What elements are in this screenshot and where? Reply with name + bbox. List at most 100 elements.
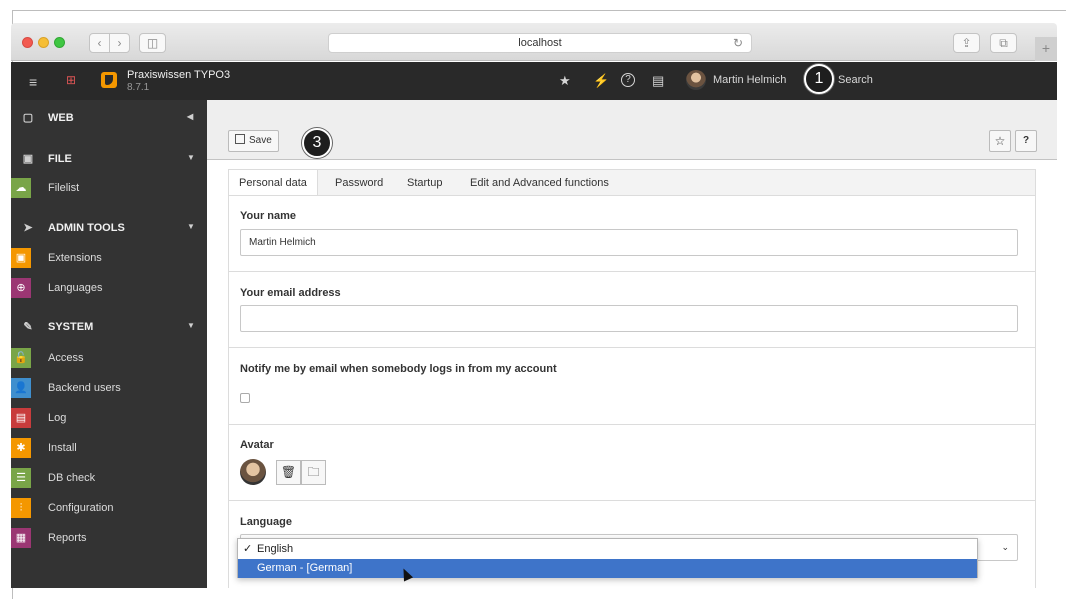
option-label: English [257,543,294,555]
sidebar-item-label: Extensions [48,252,102,264]
extensions-icon: ▣ [11,248,31,268]
module-menu: ▢ WEB ◀ ▣ FILE ▼ ☁ Filelist ➤ ADMIN TOOL… [11,100,207,588]
module-group-web[interactable]: ▢ WEB ◀ [11,103,207,133]
chevron-right-icon: › [117,36,122,50]
tab-personal-data[interactable]: Personal data [229,170,318,197]
module-group-system[interactable]: ✎ SYSTEM ▼ [11,312,207,342]
language-option-english[interactable]: ✓ English [238,540,977,559]
callout-1: 1 [804,64,834,94]
address-bar[interactable]: localhost ↻ [328,33,752,53]
typo3-topbar: ≡ ⊞ Praxiswissen TYPO3 8.7.1 ★ ⚡ ? ▤ Mar… [11,62,1057,100]
your-name-input[interactable]: Martin Helmich [240,229,1018,256]
language-label: Language [240,516,292,528]
close-window-button[interactable] [22,37,33,48]
sidebar-item-label: Filelist [48,182,80,194]
question-icon: ? [1022,135,1030,146]
minimize-window-button[interactable] [38,37,49,48]
folder-icon: 🗀 [307,465,320,479]
tab-startup[interactable]: Startup [397,170,452,196]
sidebar-item-extensions[interactable]: ▣ Extensions [11,243,207,273]
share-button[interactable]: ⇪ [953,33,980,53]
module-toggle-icon[interactable]: ⊞ [66,73,76,87]
field-email: Your email address [229,272,1035,348]
forward-button[interactable]: › [109,33,130,53]
system-information-icon[interactable]: ▤ [652,73,664,89]
lock-icon: 🔓 [11,348,31,368]
sidebar-item-filelist[interactable]: ☁ Filelist [11,173,207,203]
checkmark-icon: ✓ [243,543,253,555]
tab-password[interactable]: Password [325,170,393,196]
avatar-image [240,459,266,485]
avatar-label: Avatar [240,439,274,451]
plug-icon: ✎ [23,321,33,333]
module-group-file[interactable]: ▣ FILE ▼ [11,144,207,174]
sidebar-item-label: Backend users [48,382,121,394]
save-button[interactable]: Save [228,130,279,152]
doc-header: Save ☆ ? [207,100,1057,160]
field-avatar: Avatar 🗑 🗀 [229,425,1035,501]
filelist-icon: ☁ [11,178,31,198]
browser-toolbar: ‹ › ◫ localhost ↻ ⇪ ⧉ + [11,23,1057,61]
sidebar-item-label: Log [48,412,67,424]
module-group-admin-tools[interactable]: ➤ ADMIN TOOLS ▼ [11,213,207,243]
sidebar-toggle-button[interactable]: ◫ [139,33,166,53]
email-label: Your email address [240,287,341,299]
sidebar-item-reports[interactable]: ▦ Reports [11,523,207,553]
share-icon: ⇪ [961,36,972,50]
module-group-label: WEB [48,112,74,124]
language-option-german[interactable]: German - [German] [238,559,977,578]
field-notify: Notify me by email when somebody logs in… [229,348,1035,425]
zoom-window-button[interactable] [54,37,65,48]
search-toggle[interactable]: Search [838,74,873,86]
sidebar-item-log[interactable]: ▤ Log [11,403,207,433]
bookmark-star-icon[interactable]: ★ [559,73,571,89]
tabs-icon: ⧉ [999,36,1008,50]
reload-icon[interactable]: ↻ [733,34,743,52]
sidebar-item-label: Access [48,352,84,364]
user-avatar[interactable] [686,70,706,90]
help-button[interactable]: ? [1015,130,1037,152]
delete-avatar-button[interactable]: 🗑 [276,460,301,485]
select-avatar-button[interactable]: 🗀 [301,460,326,485]
caret-down-icon: ▼ [187,153,195,162]
sidebar-item-access[interactable]: 🔓 Access [11,343,207,373]
site-name: Praxiswissen TYPO3 [127,69,231,81]
show-tabs-button[interactable]: ⧉ [990,33,1017,53]
content-area: Save ☆ ? Personal data Password Startup … [207,100,1057,588]
chevron-left-icon: ‹ [97,36,102,50]
site-version: 8.7.1 [127,82,150,93]
back-button[interactable]: ‹ [89,33,110,53]
log-icon: ▤ [11,408,31,428]
typo3-logo-icon[interactable] [101,72,117,88]
module-group-label: ADMIN TOOLS [48,222,125,234]
help-icon[interactable]: ? [621,73,635,87]
caret-down-icon: ▼ [187,321,195,330]
personal-data-panel: Your name Martin Helmich Your email addr… [228,195,1036,588]
sidebar-item-label: Languages [48,282,103,294]
address-text: localhost [518,37,562,49]
email-input[interactable] [240,305,1018,332]
user-menu-name[interactable]: Martin Helmich [713,74,786,86]
sidebar-item-languages[interactable]: ⊕ Languages [11,273,207,303]
reports-icon: ▦ [11,528,31,548]
tab-edit-advanced[interactable]: Edit and Advanced functions [460,170,619,196]
rocket-icon: ➤ [23,222,33,234]
flash-icon[interactable]: ⚡ [593,73,609,89]
sidebar-item-db-check[interactable]: ☰ DB check [11,463,207,493]
save-button-label: Save [249,135,272,146]
sidebar-item-install[interactable]: ✱ Install [11,433,207,463]
save-disk-icon [235,134,245,144]
trash-icon: 🗑 [280,465,297,479]
new-tab-button[interactable]: + [1035,37,1057,61]
sidebar-icon: ◫ [146,36,159,50]
user-icon: 👤 [11,378,31,398]
sidebar-item-label: Install [48,442,77,454]
notify-label: Notify me by email when somebody logs in… [240,363,557,375]
menu-toggle-icon[interactable]: ≡ [29,74,37,90]
plus-icon: + [1041,40,1051,56]
sidebar-item-backend-users[interactable]: 👤 Backend users [11,373,207,403]
bookmark-button[interactable]: ☆ [989,130,1011,152]
field-your-name: Your name Martin Helmich [229,196,1035,272]
sidebar-item-configuration[interactable]: ⫶ Configuration [11,493,207,523]
notify-checkbox[interactable] [240,393,250,403]
